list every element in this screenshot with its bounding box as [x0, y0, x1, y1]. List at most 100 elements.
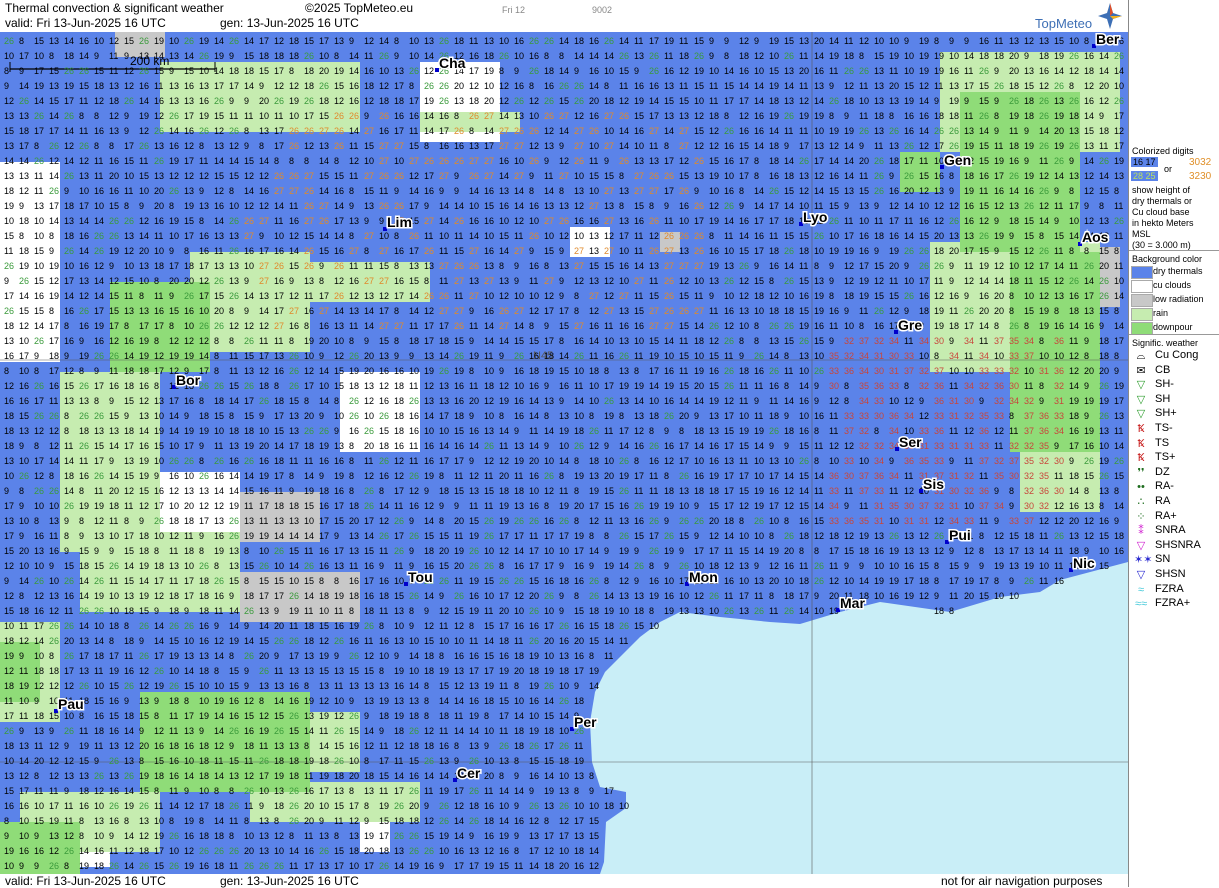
thermal-digit: 16	[994, 186, 1004, 196]
thermal-digit: 10	[814, 606, 824, 616]
city-label-ber: Ber	[1096, 32, 1120, 47]
thermal-digit: 13	[484, 36, 494, 46]
thermal-digit: 9	[964, 291, 969, 301]
topmeteo-logo[interactable]: TopMeteo	[1035, 1, 1125, 31]
thermal-digit: 34	[994, 501, 1004, 511]
thermal-digit: 27	[604, 306, 614, 316]
thermal-digit: 18	[124, 636, 134, 646]
thermal-digit: 14	[214, 726, 224, 736]
thermal-digit: 10	[274, 846, 284, 856]
thermal-digit: 11	[154, 801, 163, 811]
thermal-digit: 12	[679, 156, 689, 166]
thermal-digit: 13	[49, 81, 59, 91]
thermal-digit: 10	[814, 351, 824, 361]
thermal-digit: 20	[679, 411, 689, 421]
thermal-digit: 10	[544, 456, 554, 466]
thermal-digit: 15	[1024, 216, 1034, 226]
thermal-digit: 9	[514, 261, 519, 271]
thermal-digit: 10	[559, 771, 569, 781]
thermal-digit: 19	[889, 51, 899, 61]
thermal-digit: 15	[544, 756, 554, 766]
thermal-digit: 10	[694, 96, 704, 106]
thermal-digit: 18	[439, 336, 449, 346]
digits-example-orange: 3032	[1189, 157, 1211, 168]
thermal-digit: 18	[1024, 96, 1034, 106]
thermal-digit: 13	[739, 606, 749, 616]
thermal-digit: 18	[184, 546, 194, 556]
thermal-digit: 19	[484, 681, 494, 691]
thermal-digit: 26	[409, 846, 419, 856]
thermal-digit: 9	[124, 696, 129, 706]
thermal-digit: 26	[1039, 96, 1049, 106]
thermal-digit: 15	[229, 381, 239, 391]
thermal-digit: 10	[574, 411, 584, 421]
thermal-digit: 12	[244, 201, 254, 211]
wx-label: SHSN	[1155, 568, 1186, 580]
thermal-digit: 16	[589, 66, 599, 76]
thermal-digit: 14	[289, 561, 299, 571]
thermal-digit: 12	[334, 276, 344, 286]
weather-map[interactable]: N45 200 km 26 8 15 13 14 16 10 12 15 26 19 10 26 19 14…	[0, 32, 1128, 874]
thermal-digit: 16	[1099, 516, 1109, 526]
thermal-digit: 26	[289, 801, 299, 811]
thermal-digit: 14	[739, 231, 749, 241]
thermal-digit: 8	[1009, 291, 1014, 301]
thermal-digit: 20	[934, 231, 944, 241]
thermal-digit: 8	[1024, 321, 1029, 331]
thermal-digit: 14	[454, 201, 464, 211]
thermal-digit: 10	[19, 336, 29, 346]
thermal-digit: 10	[664, 576, 674, 586]
thermal-digit: 14	[559, 36, 569, 46]
thermal-digit: 27	[649, 306, 659, 316]
thermal-digit: 27	[379, 321, 389, 331]
thermal-digit: 10	[169, 231, 179, 241]
thermal-digit: 12	[184, 336, 194, 346]
thermal-digit: 12	[94, 786, 104, 796]
thermal-digit: 13	[634, 591, 644, 601]
thermal-digit: 11	[469, 36, 478, 46]
thermal-digit: 14	[499, 246, 509, 256]
thermal-digit: 8	[814, 261, 819, 271]
thermal-digit: 20	[364, 351, 374, 361]
thermal-digit: 9	[214, 621, 219, 631]
thermal-digit: 12	[214, 636, 224, 646]
thermal-digit: 14	[439, 771, 449, 781]
thermal-digit: 8	[574, 456, 579, 466]
thermal-digit: 10	[634, 141, 644, 151]
thermal-digit: 26	[949, 141, 959, 151]
thermal-digit: 15	[799, 441, 809, 451]
thermal-digit: 12	[94, 261, 104, 271]
thermal-digit: 16	[964, 201, 974, 211]
thermal-digit: 26	[619, 156, 629, 166]
thermal-digit: 14	[484, 636, 494, 646]
thermal-digit: 26	[169, 621, 179, 631]
thermal-digit: 9	[499, 351, 504, 361]
thermal-digit: 15	[244, 156, 254, 166]
thermal-digit: 16	[904, 126, 914, 136]
thermal-digit: 26	[694, 51, 704, 61]
thermal-digit: 11	[904, 216, 913, 226]
thermal-digit: 10	[319, 801, 329, 811]
thermal-digit: 14	[979, 276, 989, 286]
thermal-digit: 10	[19, 816, 29, 826]
thermal-digit: 19	[1114, 381, 1124, 391]
thermal-digit: 19	[4, 846, 14, 856]
thermal-digit: 20	[889, 81, 899, 91]
thermal-digit: 8	[259, 141, 264, 151]
thermal-digit: 13	[679, 606, 689, 616]
thermal-digit: 26	[379, 411, 389, 421]
thermal-digit: 26	[34, 111, 44, 121]
thermal-digit: 12	[964, 546, 974, 556]
thermal-digit: 10	[619, 606, 629, 616]
thermal-digit: 20	[139, 246, 149, 256]
thermal-digit: 13	[319, 861, 329, 871]
thermal-digit: 12	[829, 396, 839, 406]
thermal-digit: 13	[184, 726, 194, 736]
thermal-digit: 26	[469, 786, 479, 796]
thermal-digit: 8	[109, 141, 114, 151]
thermal-digit: 19	[934, 51, 944, 61]
thermal-digit: 8	[49, 51, 54, 61]
thermal-digit: 9	[904, 261, 909, 271]
thermal-digit: 8	[529, 186, 534, 196]
thermal-digit: 9	[754, 36, 759, 46]
